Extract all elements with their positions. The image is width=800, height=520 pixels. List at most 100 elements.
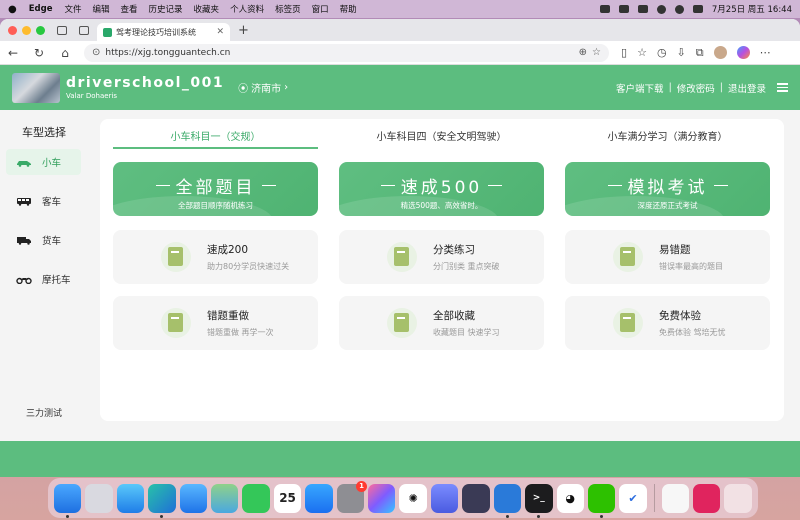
sidebar-item-label: 摩托车	[42, 275, 71, 286]
control-center-icon[interactable]	[692, 5, 703, 13]
site-favicon-icon	[103, 27, 112, 37]
menubar-item-help[interactable]: 帮助	[340, 3, 357, 15]
menubar-item-edit[interactable]: 编辑	[93, 3, 110, 15]
calendar-icon[interactable]: 25	[273, 483, 302, 513]
menubar-clock[interactable]: 7月25日 周五 16:44	[712, 3, 792, 15]
copilot-icon[interactable]	[736, 46, 750, 59]
sidebar-item-car[interactable]: 小车	[6, 149, 81, 175]
brand-subtitle: Valar Dohaeris	[66, 91, 118, 100]
menubar-app-name[interactable]: Edge	[29, 4, 53, 14]
favorites-icon[interactable]: ☆	[637, 46, 647, 59]
back-icon[interactable]: ←	[6, 46, 20, 60]
logout-link[interactable]: 退出登录	[728, 81, 766, 95]
close-window-button[interactable]	[8, 25, 17, 35]
document-icon[interactable]	[661, 483, 690, 513]
category-practice-card[interactable]: 分类练习 分门别类 重点突破	[339, 230, 544, 284]
all-favorites-card[interactable]: 全部收藏 收藏题目 快速学习	[339, 296, 544, 350]
mail-icon[interactable]	[179, 483, 208, 513]
tab-full-score[interactable]: 小车满分学习（满分教育）	[565, 128, 770, 143]
menubar-item-window[interactable]: 窗口	[312, 3, 329, 15]
client-download-link[interactable]: 客户端下载	[616, 81, 664, 95]
sanli-test-link[interactable]: 三力测试	[26, 406, 62, 419]
iphone-mirroring-icon[interactable]	[462, 483, 490, 513]
browser-window: 驾考理论技巧培训系统 ✕ + ← ↻ ⌂ ⊙ https://xjg.tongg…	[0, 19, 800, 477]
menubar-item-favorites[interactable]: 收藏夹	[194, 3, 220, 15]
quick-500-card[interactable]: 速成500 精选500题、高效省时。	[339, 162, 544, 216]
downloads-stack-icon[interactable]	[693, 483, 721, 513]
terminal-icon[interactable]: >_	[525, 483, 553, 518]
sidebar-title: 车型选择	[22, 126, 66, 139]
all-questions-card[interactable]: 全部题目 全部题目顺序随机练习	[113, 162, 318, 216]
minimize-window-button[interactable]	[22, 25, 31, 35]
url-bar[interactable]: ⊙ https://xjg.tongguantech.cn ⊕ ☆	[84, 43, 609, 62]
tab-subject-one[interactable]: 小车科目一（交规）	[113, 128, 318, 143]
downloads-icon[interactable]: ⇩	[677, 46, 686, 59]
maps-icon[interactable]	[211, 483, 239, 513]
page-footer	[0, 441, 800, 477]
wifi-icon[interactable]	[656, 4, 666, 14]
apple-menu-icon[interactable]: ●	[8, 4, 17, 15]
site-info-icon[interactable]: ⊙	[92, 47, 100, 58]
launchpad-icon[interactable]	[85, 483, 113, 513]
bus-icon	[17, 197, 31, 206]
history-icon[interactable]: ◷	[657, 46, 667, 59]
close-tab-icon[interactable]: ✕	[216, 27, 224, 37]
menubar-item-file[interactable]: 文件	[64, 3, 81, 15]
link-separator: |	[668, 82, 672, 93]
wechat-icon[interactable]	[587, 483, 616, 518]
free-trial-card[interactable]: 免费体验 免费体验 驾培无忧	[565, 296, 770, 350]
tab-actions-icon[interactable]	[79, 25, 89, 35]
location-pin-icon: ⦿	[238, 84, 249, 95]
mock-exam-card[interactable]: 模拟考试 深度还原正式考试	[565, 162, 770, 216]
home-icon[interactable]: ⌂	[58, 46, 72, 60]
card-subtitle: 收藏题目 快速学习	[433, 328, 500, 337]
city-selector[interactable]: ⦿ 济南市 ›	[238, 80, 288, 95]
reader-mode-icon[interactable]: ⊕	[579, 47, 587, 58]
search-icon[interactable]	[674, 4, 684, 14]
qq-icon[interactable]: ◕	[556, 483, 584, 513]
music-status-icon[interactable]	[618, 5, 629, 13]
edge-icon[interactable]	[148, 483, 176, 518]
facetime-icon[interactable]	[242, 483, 270, 513]
menubar-item-history[interactable]: 历史记录	[149, 3, 183, 15]
quick-200-card[interactable]: 速成200 助力80分学员快速过关	[113, 230, 318, 284]
workspaces-icon[interactable]	[57, 25, 67, 35]
tab-subject-four[interactable]: 小车科目四（安全文明驾驶）	[339, 128, 544, 143]
ai-assistant-icon[interactable]	[430, 483, 459, 513]
hamburger-menu-icon[interactable]	[777, 83, 788, 92]
todo-icon[interactable]: ✔	[619, 483, 647, 513]
sidebar-item-bus[interactable]: 客车	[6, 188, 81, 214]
chevron-right-icon: ›	[284, 82, 289, 93]
extensions-icon[interactable]: ⧉	[696, 46, 704, 60]
trash-icon[interactable]	[724, 483, 752, 513]
copilot-app-icon[interactable]	[368, 483, 396, 513]
chatgpt-icon[interactable]: ✺	[399, 483, 427, 513]
browser-tools: ▯ ☆ ◷ ⇩ ⧉ ⋯	[621, 46, 771, 60]
sidebar-item-motorcycle[interactable]: 摩托车	[6, 266, 81, 292]
sidebar-item-truck[interactable]: 货车	[6, 227, 81, 253]
zoom-window-button[interactable]	[36, 25, 45, 35]
more-options-icon[interactable]: ⋯	[760, 46, 771, 59]
refresh-icon[interactable]: ↻	[32, 46, 46, 60]
change-password-link[interactable]: 修改密码	[677, 81, 715, 95]
new-tab-button[interactable]: +	[238, 23, 249, 38]
browser-tab-active[interactable]: 驾考理论技巧培训系统 ✕	[97, 23, 230, 41]
menubar-item-view[interactable]: 查看	[121, 3, 138, 15]
menubar-item-tabs[interactable]: 标签页	[275, 3, 301, 15]
vscode-icon[interactable]	[493, 483, 522, 518]
favorite-star-icon[interactable]: ☆	[592, 47, 601, 58]
error-prone-card[interactable]: 易错题 错误率最高的题目	[565, 230, 770, 284]
profile-avatar[interactable]	[713, 46, 727, 59]
app-store-icon[interactable]	[305, 483, 333, 513]
system-settings-icon[interactable]: 1	[336, 480, 368, 513]
card-subtitle: 错题重做 再学一次	[207, 328, 274, 337]
menubar-item-profile[interactable]: 个人资料	[230, 3, 264, 15]
vehicle-sidebar: 车型选择 小车 客车 货车 摩托车 三力测试	[0, 110, 88, 441]
battery-icon[interactable]	[637, 5, 648, 13]
redo-mistakes-card[interactable]: 错题重做 错题重做 再学一次	[113, 296, 318, 350]
wechat-status-icon[interactable]	[599, 5, 610, 13]
safari-icon[interactable]	[116, 483, 145, 513]
finder-icon[interactable]	[54, 483, 82, 518]
split-screen-icon[interactable]: ▯	[621, 46, 627, 59]
card-title: 速成200	[207, 244, 249, 256]
